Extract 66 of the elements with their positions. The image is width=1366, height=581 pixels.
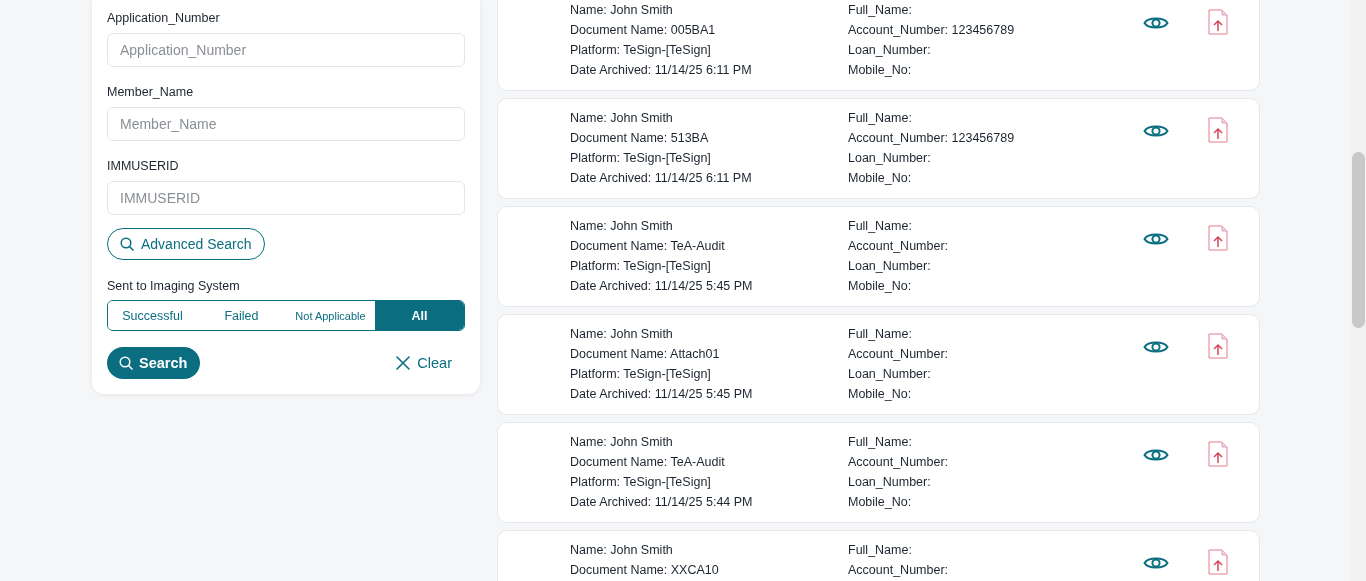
record-field: Full_Name: bbox=[848, 216, 1126, 236]
record-field: Full_Name: bbox=[848, 540, 1126, 560]
record-field: Mobile_No: bbox=[848, 384, 1126, 404]
record-field: Loan_Number: bbox=[848, 148, 1126, 168]
record-field: Date Archived: 11/14/25 6:11 PM bbox=[570, 60, 848, 80]
record-field: Name: John Smith bbox=[570, 216, 848, 236]
scrollbar[interactable] bbox=[1351, 0, 1366, 581]
record-field: Date Archived: 11/14/25 5:45 PM bbox=[570, 276, 848, 296]
record-field: Date Archived: 11/14/25 5:45 PM bbox=[570, 384, 848, 404]
record-field: Name: John Smith bbox=[570, 324, 848, 344]
field-label: Member_Name bbox=[107, 84, 195, 100]
record-field: Full_Name: bbox=[848, 108, 1126, 128]
file-upload-icon[interactable] bbox=[1208, 333, 1228, 359]
scrollbar-thumb[interactable] bbox=[1352, 152, 1365, 328]
close-icon bbox=[395, 355, 412, 371]
record-field: Account_Number: bbox=[848, 560, 1126, 580]
filter-label: Sent to Imaging System bbox=[107, 278, 241, 294]
record-field: Document Name: TeA-Audit bbox=[570, 236, 848, 256]
record-field: Full_Name: bbox=[848, 432, 1126, 452]
record-field: Full_Name: bbox=[848, 0, 1126, 20]
input-field[interactable]: Application_Number bbox=[107, 33, 465, 67]
file-upload-icon[interactable] bbox=[1208, 549, 1228, 575]
clear-button[interactable]: Clear bbox=[395, 355, 465, 371]
record-field: Account_Number: 123456789 bbox=[848, 20, 1126, 40]
record-field: Account_Number: bbox=[848, 344, 1126, 364]
file-upload-icon[interactable] bbox=[1208, 117, 1228, 143]
file-upload-icon[interactable] bbox=[1208, 9, 1228, 35]
record-field: Loan_Number: bbox=[848, 472, 1126, 492]
record-field: Mobile_No: bbox=[848, 492, 1126, 512]
record-field: Mobile_No: bbox=[848, 168, 1126, 188]
record-field: Account_Number: bbox=[848, 236, 1126, 256]
file-upload-icon[interactable] bbox=[1208, 225, 1228, 251]
search-icon bbox=[120, 237, 134, 251]
field-label: Application_Number bbox=[107, 10, 221, 26]
record-field: Name: John Smith bbox=[570, 0, 848, 20]
segment-option[interactable]: All bbox=[375, 301, 464, 330]
record-field: Name: John Smith bbox=[570, 540, 848, 560]
record-field: Platform: TeSign-[TeSign] bbox=[570, 148, 848, 168]
record-field: Name: John Smith bbox=[570, 108, 848, 128]
record-field: Account_Number: 123456789 bbox=[848, 128, 1126, 148]
search-button[interactable]: Search bbox=[107, 347, 201, 379]
field-label: IMMUSERID bbox=[107, 158, 180, 174]
record-field: Document Name: Attach01 bbox=[570, 344, 848, 364]
record-field: Platform: TeSign-[TeSign] bbox=[570, 40, 848, 60]
record-field: Document Name: XXCA10 bbox=[570, 560, 848, 580]
record-field: Account_Number: bbox=[848, 452, 1126, 472]
file-upload-icon[interactable] bbox=[1208, 441, 1228, 467]
input-field[interactable]: IMMUSERID bbox=[107, 181, 465, 215]
advanced-search-button[interactable]: Advanced Search bbox=[107, 228, 265, 260]
record-field: Loan_Number: bbox=[848, 256, 1126, 276]
record-field: Loan_Number: bbox=[848, 364, 1126, 384]
record-field: Date Archived: 11/14/25 6:11 PM bbox=[570, 168, 848, 188]
record-field: Mobile_No: bbox=[848, 276, 1126, 296]
record-field: Document Name: 005BA1 bbox=[570, 20, 848, 40]
record-field: Document Name: 513BA bbox=[570, 128, 848, 148]
search-icon bbox=[119, 356, 133, 370]
record-field: Loan_Number: bbox=[848, 40, 1126, 60]
record-field: Mobile_No: bbox=[848, 60, 1126, 80]
record-field: Platform: TeSign-[TeSign] bbox=[570, 364, 848, 384]
record-field: Platform: TeSign-[TeSign] bbox=[570, 472, 848, 492]
input-field[interactable]: Member_Name bbox=[107, 107, 465, 141]
record-field: Full_Name: bbox=[848, 324, 1126, 344]
record-field: Platform: TeSign-[TeSign] bbox=[570, 256, 848, 276]
record-field: Document Name: TeA-Audit bbox=[570, 452, 848, 472]
record-field: Date Archived: 11/14/25 5:44 PM bbox=[570, 492, 848, 512]
record-field: Name: John Smith bbox=[570, 432, 848, 452]
